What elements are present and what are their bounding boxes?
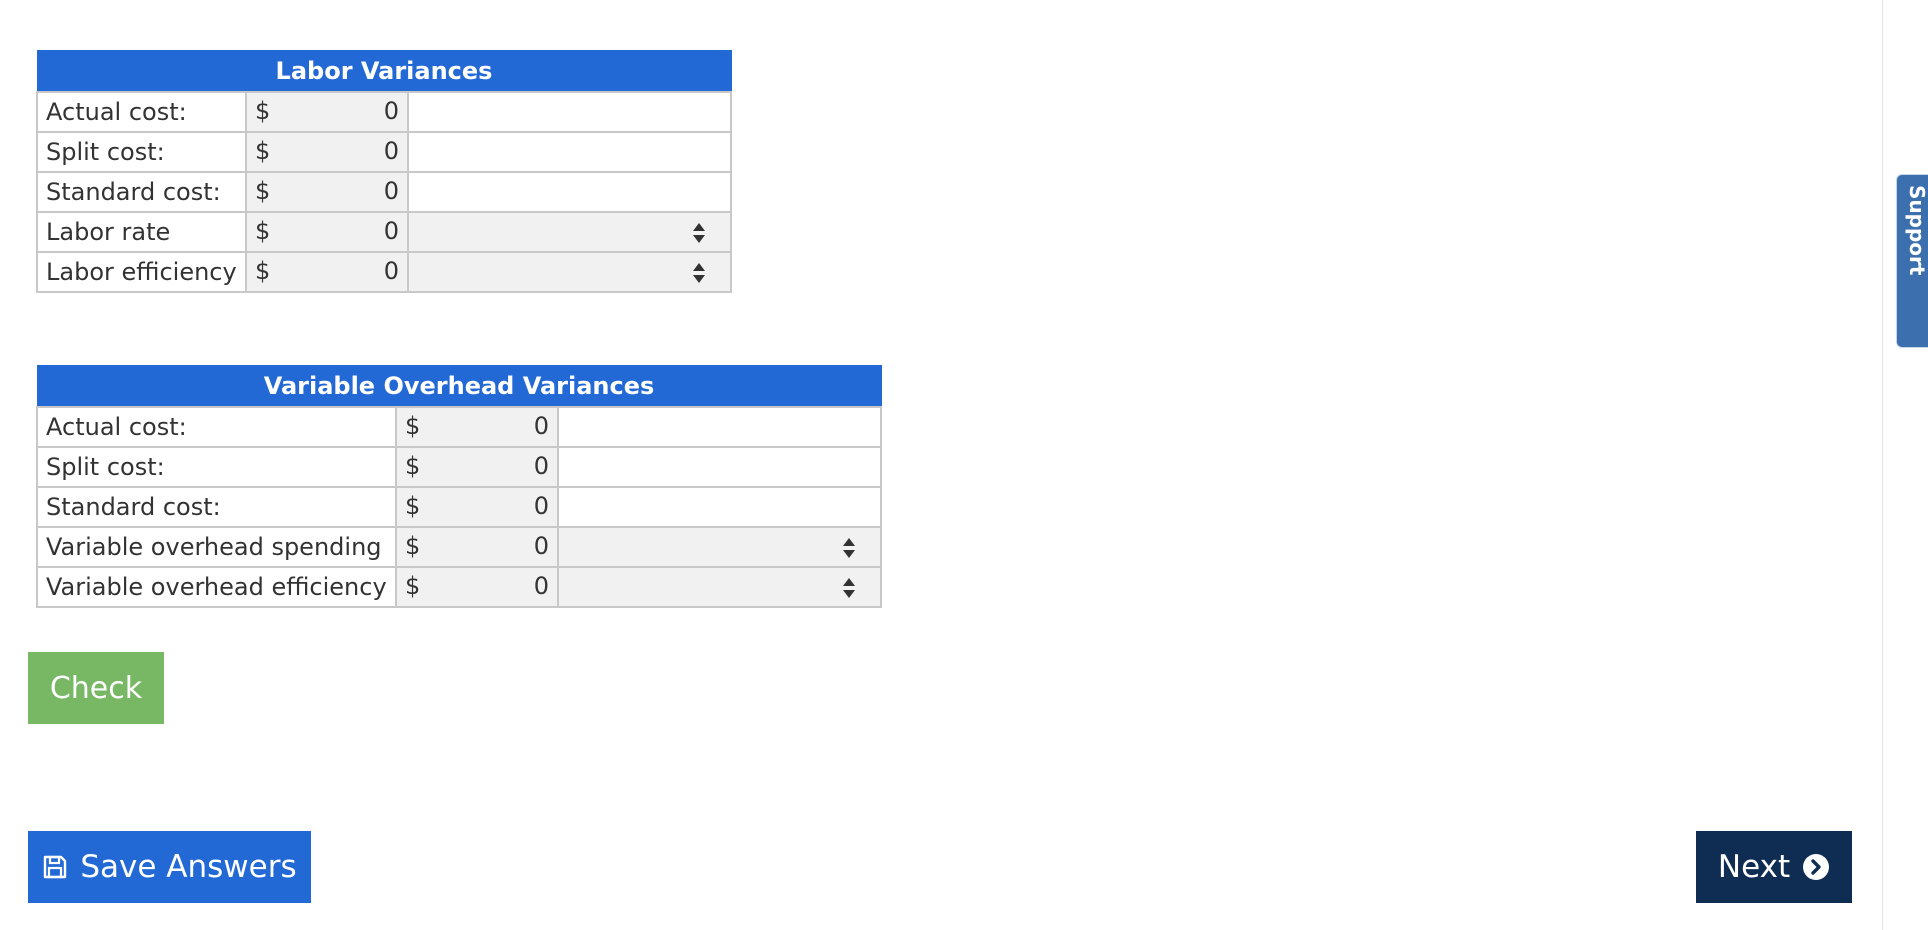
table-row: Variable overhead spending $0 bbox=[36, 526, 882, 568]
row-label: Standard cost: bbox=[36, 171, 247, 213]
amount-input[interactable]: $0 bbox=[245, 131, 409, 173]
check-button-label: Check bbox=[49, 670, 143, 706]
row-label: Split cost: bbox=[36, 131, 247, 173]
favorable-unfavorable-select[interactable] bbox=[557, 526, 882, 568]
amount-input[interactable]: $0 bbox=[245, 171, 409, 213]
table-row: Actual cost: $0 bbox=[36, 91, 732, 133]
favorable-unfavorable-select[interactable] bbox=[407, 251, 732, 293]
table-row: Standard cost: $0 bbox=[36, 171, 732, 213]
amount-input[interactable]: $0 bbox=[245, 211, 409, 253]
row-label: Split cost: bbox=[36, 446, 397, 488]
floppy-disk-icon bbox=[44, 855, 67, 879]
currency-symbol: $ bbox=[405, 532, 421, 560]
sort-arrows-icon bbox=[693, 223, 705, 243]
chevron-right-circle-icon bbox=[1803, 854, 1830, 880]
row-label: Variable overhead spending bbox=[36, 526, 397, 568]
currency-symbol: $ bbox=[405, 492, 421, 520]
amount-value: 0 bbox=[533, 492, 549, 520]
answer-text-input[interactable] bbox=[557, 486, 882, 528]
support-tab[interactable]: Support bbox=[1896, 174, 1928, 348]
next-button[interactable]: Next bbox=[1696, 831, 1852, 903]
sort-arrows-icon bbox=[693, 263, 705, 283]
save-answers-label: Save Answers bbox=[80, 849, 297, 885]
amount-input[interactable]: $0 bbox=[245, 91, 409, 133]
row-label: Standard cost: bbox=[36, 486, 397, 528]
currency-symbol: $ bbox=[255, 257, 271, 285]
save-answers-button[interactable]: Save Answers bbox=[28, 831, 311, 903]
labor-variances-table: Labor Variances Actual cost: $0 Split co… bbox=[36, 50, 732, 293]
amount-input[interactable]: $0 bbox=[395, 566, 559, 608]
answer-text-input[interactable] bbox=[407, 131, 732, 173]
row-label: Variable overhead efficiency bbox=[36, 566, 397, 608]
favorable-unfavorable-select[interactable] bbox=[407, 211, 732, 253]
amount-input[interactable]: $0 bbox=[395, 446, 559, 488]
answer-text-input[interactable] bbox=[557, 446, 882, 488]
amount-value: 0 bbox=[533, 572, 549, 600]
amount-value: 0 bbox=[383, 257, 399, 285]
table-row: Standard cost: $0 bbox=[36, 486, 882, 528]
amount-value: 0 bbox=[533, 532, 549, 560]
labor-variances-title: Labor Variances bbox=[36, 50, 732, 93]
currency-symbol: $ bbox=[255, 97, 271, 125]
table-row: Labor rate $0 bbox=[36, 211, 732, 253]
favorable-unfavorable-select[interactable] bbox=[557, 566, 882, 608]
table-row: Split cost: $0 bbox=[36, 446, 882, 488]
support-tab-label: Support bbox=[1905, 185, 1928, 276]
answer-text-input[interactable] bbox=[407, 171, 732, 213]
amount-value: 0 bbox=[383, 137, 399, 165]
answer-text-input[interactable] bbox=[557, 406, 882, 448]
row-label: Labor efficiency bbox=[36, 251, 247, 293]
variable-overhead-variances-table: Variable Overhead Variances Actual cost:… bbox=[36, 365, 882, 608]
right-sidebar bbox=[1882, 0, 1928, 930]
table-row: Split cost: $0 bbox=[36, 131, 732, 173]
currency-symbol: $ bbox=[405, 572, 421, 600]
amount-input[interactable]: $0 bbox=[395, 406, 559, 448]
amount-value: 0 bbox=[383, 177, 399, 205]
amount-value: 0 bbox=[533, 452, 549, 480]
answer-text-input[interactable] bbox=[407, 91, 732, 133]
currency-symbol: $ bbox=[255, 177, 271, 205]
currency-symbol: $ bbox=[405, 412, 421, 440]
sort-arrows-icon bbox=[843, 578, 855, 598]
row-label: Labor rate bbox=[36, 211, 247, 253]
next-button-label: Next bbox=[1717, 849, 1791, 885]
overhead-variances-title: Variable Overhead Variances bbox=[36, 365, 882, 408]
currency-symbol: $ bbox=[255, 137, 271, 165]
amount-input[interactable]: $0 bbox=[245, 251, 409, 293]
row-label: Actual cost: bbox=[36, 406, 397, 448]
row-label: Actual cost: bbox=[36, 91, 247, 133]
amount-value: 0 bbox=[533, 412, 549, 440]
currency-symbol: $ bbox=[255, 217, 271, 245]
amount-input[interactable]: $0 bbox=[395, 486, 559, 528]
table-row: Labor efficiency $0 bbox=[36, 251, 732, 293]
amount-value: 0 bbox=[383, 97, 399, 125]
amount-value: 0 bbox=[383, 217, 399, 245]
amount-input[interactable]: $0 bbox=[395, 526, 559, 568]
table-row: Variable overhead efficiency $0 bbox=[36, 566, 882, 608]
sort-arrows-icon bbox=[843, 538, 855, 558]
currency-symbol: $ bbox=[405, 452, 421, 480]
table-row: Actual cost: $0 bbox=[36, 406, 882, 448]
check-button[interactable]: Check bbox=[28, 652, 164, 724]
